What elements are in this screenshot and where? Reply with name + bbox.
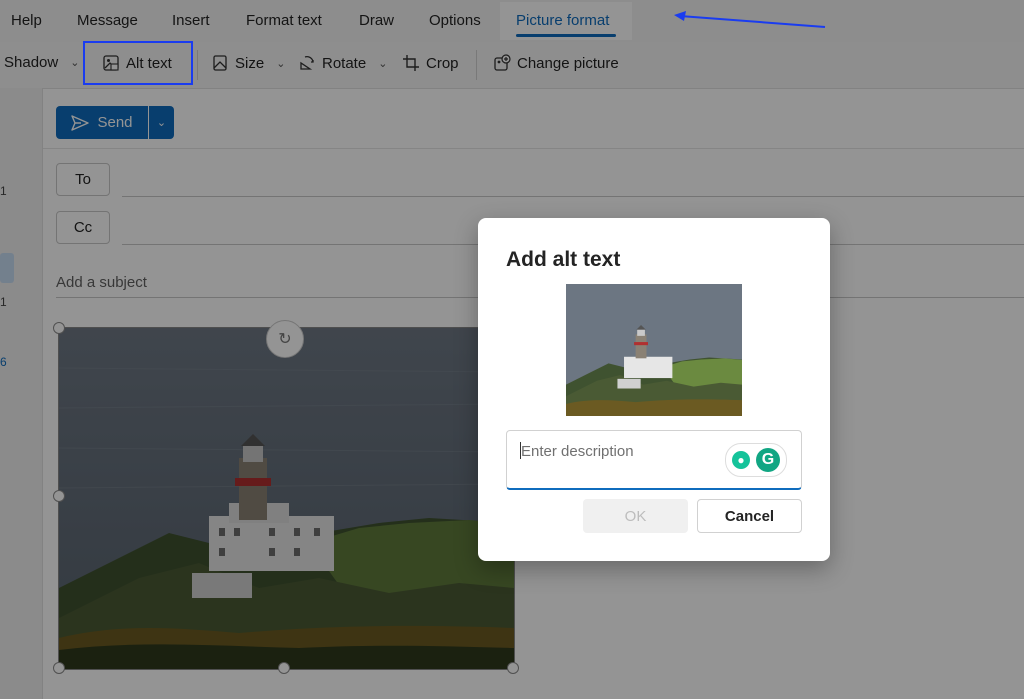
annotation-arrow-icon <box>674 11 826 28</box>
alt-text-highlight-box <box>83 41 193 85</box>
grammarly-widget[interactable]: ● G <box>725 443 787 477</box>
grammarly-icon[interactable]: G <box>756 448 780 472</box>
dialog-title: Add alt text <box>506 248 621 271</box>
lighthouse-thumbnail <box>566 284 742 416</box>
dialog-image-preview <box>566 284 742 416</box>
lightbulb-icon[interactable]: ● <box>732 451 750 469</box>
description-field[interactable]: ● G <box>506 430 802 490</box>
cancel-button[interactable]: Cancel <box>697 499 802 533</box>
add-alt-text-dialog: Add alt text ● G OK Cancel <box>478 218 830 561</box>
ok-button[interactable]: OK <box>583 499 688 533</box>
text-caret <box>520 442 521 459</box>
description-input[interactable] <box>519 439 723 463</box>
